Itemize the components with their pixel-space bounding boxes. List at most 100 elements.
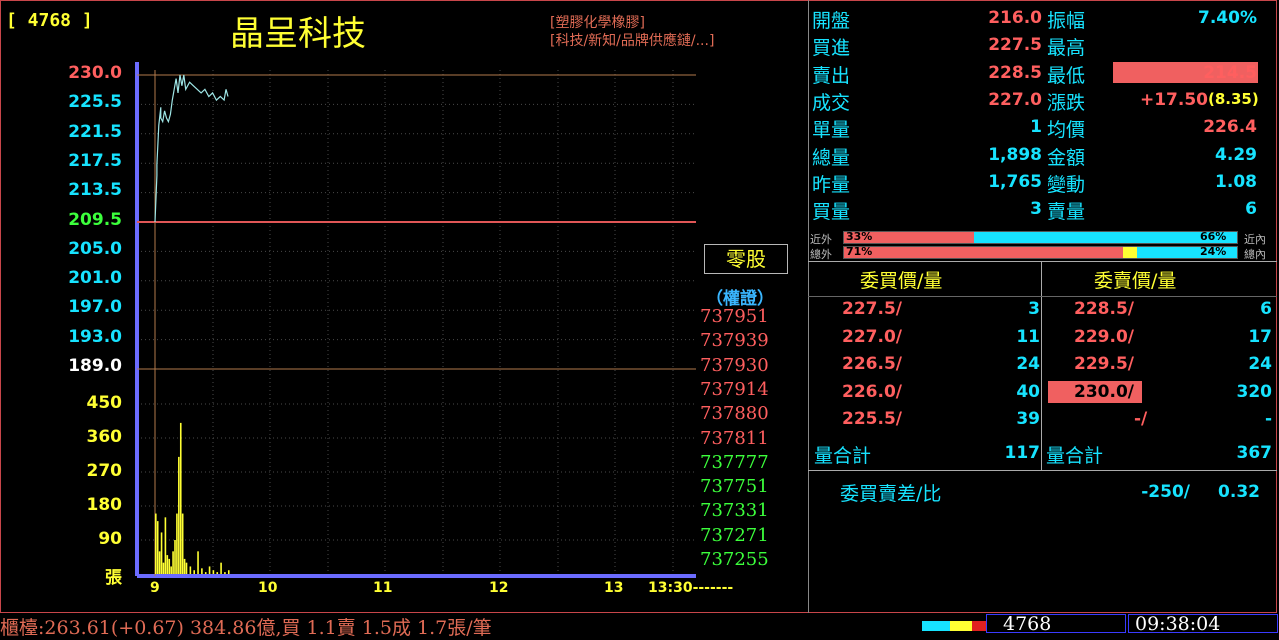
volume-axis-label: 360 bbox=[86, 427, 123, 447]
bid-price[interactable]: 226.5/ bbox=[842, 354, 902, 374]
code-input[interactable]: 4768 bbox=[1003, 613, 1051, 635]
ask-header: 委賣價/量 bbox=[1094, 270, 1177, 292]
price-axis-label: 197.0 bbox=[68, 297, 122, 318]
volume-axis-label: 270 bbox=[86, 461, 123, 481]
change-percent: (8.35) bbox=[1208, 89, 1259, 108]
volume-bar bbox=[201, 568, 203, 574]
warrant-item[interactable]: 737751 bbox=[700, 476, 769, 497]
time-axis-label: 10 bbox=[258, 580, 278, 596]
quote-value: 1,765 bbox=[988, 171, 1042, 192]
quote-value: 228.5 bbox=[988, 62, 1042, 83]
time-axis-label: 13 bbox=[604, 580, 624, 596]
price-axis-label: 217.5 bbox=[68, 150, 122, 171]
time-axis-label: 9 bbox=[150, 580, 160, 596]
signal-meter bbox=[922, 621, 986, 631]
volume-bar bbox=[204, 572, 207, 574]
ask-price[interactable]: -/ bbox=[1134, 409, 1147, 429]
ratio-left-label: 近外 bbox=[810, 233, 832, 246]
ratio-bar bbox=[843, 231, 1238, 244]
warrant-item[interactable]: 737811 bbox=[700, 428, 769, 449]
ratio-left-pct: 33% bbox=[846, 230, 873, 243]
quote-label: 賣出 bbox=[812, 64, 851, 87]
quote-label: 最低 bbox=[1047, 64, 1086, 87]
volume-bar bbox=[174, 540, 176, 574]
quote-label: 振幅 bbox=[1047, 10, 1086, 32]
ask-price[interactable]: 228.5/ bbox=[1074, 299, 1134, 319]
quote-label: 單量 bbox=[812, 119, 851, 142]
bid-price[interactable]: 226.0/ bbox=[842, 382, 902, 402]
chart-grid bbox=[137, 70, 696, 576]
ask-price[interactable]: 229.5/ bbox=[1074, 354, 1134, 374]
volume-bar bbox=[185, 562, 188, 574]
warrant-item[interactable]: 737331 bbox=[700, 500, 769, 521]
quote-label: 買量 bbox=[812, 201, 851, 224]
price-axis-label: 230.0 bbox=[68, 63, 122, 83]
price-axis-label: 201.0 bbox=[68, 268, 122, 289]
warrant-item[interactable]: 737939 bbox=[700, 330, 769, 351]
time-axis-label: 11 bbox=[373, 580, 393, 596]
volume-bar bbox=[197, 551, 199, 574]
ask-qty: 24 bbox=[1248, 354, 1272, 374]
bid-qty: 3 bbox=[1028, 299, 1040, 319]
clock: 09:38:04 bbox=[1135, 613, 1221, 635]
volume-axis-label: 張 bbox=[105, 568, 122, 588]
warrant-item[interactable]: 737255 bbox=[700, 549, 769, 570]
ratio-right-pct: 24% bbox=[1200, 245, 1227, 258]
quote-label: 漲跌 bbox=[1047, 91, 1086, 114]
ask-qty: 6 bbox=[1260, 299, 1272, 319]
volume-bar bbox=[172, 551, 174, 574]
bid-qty: 24 bbox=[1016, 354, 1040, 374]
quote-value: 214.5 bbox=[1203, 62, 1257, 83]
quote-label: 均價 bbox=[1047, 119, 1086, 142]
ratio-right-pct: 66% bbox=[1200, 230, 1227, 243]
ratio-left-label: 總外 bbox=[810, 248, 832, 261]
bid-price[interactable]: 227.0/ bbox=[842, 327, 902, 347]
quote-value: 227.5 bbox=[988, 35, 1042, 56]
price-axis-label: 213.5 bbox=[68, 180, 122, 201]
volume-bar bbox=[220, 562, 222, 574]
volume-bar bbox=[183, 558, 186, 574]
ratio-bar-fill bbox=[844, 247, 1124, 258]
volume-bar bbox=[216, 572, 219, 574]
code-input-box[interactable]: 4768 bbox=[986, 613, 1126, 635]
orderbook-divider-bottom bbox=[808, 470, 1277, 471]
volume-axis-label: 450 bbox=[86, 393, 123, 413]
volume-bar bbox=[181, 513, 184, 574]
quote-label: 成交 bbox=[812, 91, 851, 114]
ratio-bar-marker bbox=[1123, 247, 1138, 258]
odd-lot-button[interactable]: 零股 bbox=[704, 244, 788, 274]
quote-value: 6 bbox=[1245, 199, 1257, 220]
quote-label: 買進 bbox=[812, 37, 851, 60]
quote-value: 1.08 bbox=[1215, 171, 1257, 192]
warrant-item[interactable]: 737951 bbox=[700, 306, 769, 327]
orderbook-divider-top bbox=[808, 261, 1277, 262]
bid-qty: 11 bbox=[1016, 326, 1040, 347]
quote-label: 金額 bbox=[1047, 146, 1086, 169]
price-axis-label: 221.5 bbox=[68, 121, 122, 142]
warrant-item[interactable]: 737777 bbox=[700, 452, 769, 473]
quote-value: 226.4 bbox=[1203, 117, 1257, 138]
ask-price[interactable]: 230.0/ bbox=[1074, 382, 1134, 402]
price-axis-label: 205.0 bbox=[68, 238, 122, 259]
bid-price[interactable]: 227.5/ bbox=[842, 299, 902, 319]
order-diff-ratio: 0.32 bbox=[1218, 482, 1260, 502]
warrant-item[interactable]: 737914 bbox=[700, 379, 769, 400]
bid-price[interactable]: 225.5/ bbox=[842, 409, 902, 429]
ask-price[interactable]: 229.0/ bbox=[1074, 327, 1134, 347]
price-axis-label: 225.5 bbox=[68, 92, 122, 113]
volume-bar bbox=[166, 555, 169, 574]
ask-total: 367 bbox=[1236, 443, 1273, 463]
warrant-item[interactable]: 737930 bbox=[700, 355, 769, 376]
warrant-item[interactable]: 737880 bbox=[700, 403, 769, 424]
bid-total: 117 bbox=[1004, 443, 1041, 463]
price-line bbox=[154, 74, 229, 223]
warrant-item[interactable]: 737271 bbox=[700, 525, 769, 546]
ask-qty: - bbox=[1264, 409, 1272, 429]
volume-bar bbox=[156, 521, 159, 574]
volume-bar bbox=[176, 513, 178, 574]
volume-bar bbox=[227, 570, 230, 574]
quote-value: 216.0 bbox=[988, 8, 1042, 28]
quote-value: 227.0 bbox=[988, 89, 1042, 110]
market-ticker: 櫃檯:263.61(+0.67) 384.86億,買 1.1賣 1.5成 1.7… bbox=[0, 617, 492, 639]
quote-label: 賣量 bbox=[1047, 201, 1086, 224]
